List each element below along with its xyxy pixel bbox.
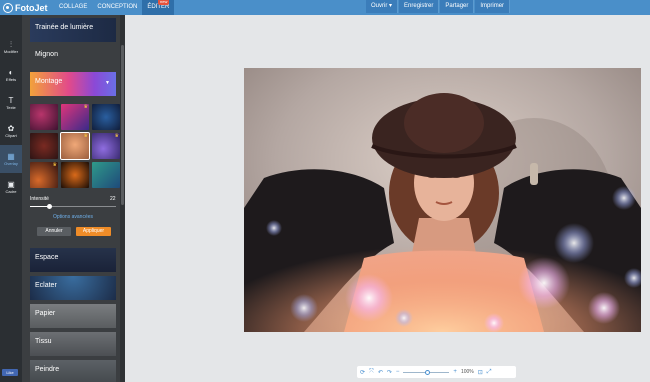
crown-icon: ♛ — [83, 104, 88, 110]
overlay-thumb[interactable] — [92, 162, 120, 188]
undo-icon[interactable]: ↶ — [378, 369, 383, 376]
tool-effets[interactable]: ◐ Effets — [0, 61, 22, 89]
category-peindre[interactable]: Peindre — [30, 360, 116, 382]
print-button[interactable]: Imprimer — [475, 0, 511, 13]
category-label: Montage — [35, 78, 63, 85]
category-papier[interactable]: Papier — [30, 304, 116, 328]
crown-icon: ♛ — [52, 162, 57, 168]
category-label: Espace — [35, 254, 59, 261]
chevron-down-icon: ▼ — [105, 80, 110, 86]
logo-text: FotoJet — [15, 2, 48, 13]
advanced-options-link[interactable]: Options avancées — [30, 214, 116, 220]
category-eclater[interactable]: Eclater — [30, 276, 116, 300]
tool-label: Overlay — [4, 161, 18, 166]
overlay-thumb[interactable]: ♛ — [30, 162, 58, 188]
nav-collage[interactable]: COLLAGE — [54, 0, 92, 15]
open-button[interactable]: Ouvrir ▾ — [366, 0, 399, 13]
text-icon: T — [8, 96, 14, 105]
category-label: Peindre — [35, 366, 60, 373]
overlay-thumb[interactable]: ♛ — [92, 133, 120, 159]
tool-label: Texte — [6, 105, 16, 110]
intensity-value: 22 — [110, 196, 116, 202]
apply-button[interactable]: Appliquer — [76, 227, 111, 236]
overlay-icon: ▦ — [7, 152, 15, 161]
tool-cadre[interactable]: ▣ Cadre — [0, 173, 22, 201]
top-nav: COLLAGE CONCEPTION ÉDITER — [54, 0, 175, 15]
fullscreen-icon[interactable]: ⤢ — [487, 369, 492, 376]
intensity-slider-knob[interactable] — [47, 204, 52, 209]
tool-modifier[interactable]: ⫶ Modifier — [0, 33, 22, 61]
overlay-thumb-selected[interactable]: ♛ — [60, 132, 90, 160]
category-label: Tissu — [35, 338, 52, 345]
category-espace[interactable]: Espace — [30, 248, 116, 272]
tool-label: Clipart — [5, 133, 17, 138]
category-tissu[interactable]: Tissu — [30, 332, 116, 356]
category-label: Trainée de lumière — [35, 24, 94, 31]
save-button[interactable]: Enregistrer — [399, 0, 440, 13]
crown-icon: ♛ — [114, 133, 119, 139]
nav-conception[interactable]: CONCEPTION — [92, 0, 142, 15]
overlay-thumb[interactable] — [30, 133, 58, 159]
new-badge: new — [158, 0, 170, 5]
category-trainee-de-lumiere[interactable]: Trainée de lumière — [30, 18, 116, 42]
zoom-out-icon[interactable]: − — [396, 369, 400, 375]
zoom-in-icon[interactable]: + — [453, 369, 457, 375]
zoom-slider-knob[interactable] — [425, 369, 431, 375]
photo-illustration — [244, 68, 641, 332]
category-label: Mignon — [35, 51, 58, 58]
tool-texte[interactable]: T Texte — [0, 89, 22, 117]
tool-label: Modifier — [3, 49, 19, 54]
crown-icon: ♛ — [83, 133, 88, 139]
tool-overlay[interactable]: ▦ Overlay — [0, 145, 22, 173]
fit-icon[interactable]: ⊡ — [478, 369, 483, 376]
category-label: Papier — [35, 310, 56, 317]
category-montage[interactable]: Montage ▼ — [30, 72, 116, 96]
rotate-icon[interactable]: ⟳ — [360, 369, 365, 376]
redo-icon[interactable]: ↷ — [387, 369, 392, 376]
zoom-slider[interactable] — [403, 369, 450, 375]
tool-clipart[interactable]: ✿ Clipart — [0, 117, 22, 145]
clipart-icon: ✿ — [7, 124, 15, 133]
sliders-icon: ⫶ — [10, 40, 12, 49]
tool-label: Effets — [5, 77, 17, 82]
share-button[interactable]: Partager — [440, 0, 475, 13]
cancel-button[interactable]: Annuler — [37, 227, 71, 236]
fotojet-logo[interactable]: FotoJet — [3, 1, 48, 14]
zoom-percent: 100% — [460, 369, 474, 375]
panel-scroll-thumb[interactable] — [121, 45, 124, 205]
logo-icon — [3, 2, 13, 13]
tool-label: Cadre — [5, 189, 17, 194]
overlay-thumb[interactable] — [30, 104, 58, 130]
overlay-thumb[interactable] — [92, 104, 120, 130]
overlay-panel: Trainée de lumière Mignon Montage ▼ ♛ ♛ … — [22, 15, 125, 382]
tool-sidebar: ⫶ Modifier ◐ Effets T Texte ✿ Clipart ▦ … — [0, 15, 22, 382]
top-bar: FotoJet COLLAGE CONCEPTION ÉDITER new Ou… — [0, 0, 650, 15]
overlay-thumb[interactable] — [61, 162, 89, 188]
effects-icon: ◐ — [8, 68, 14, 77]
file-actions: Ouvrir ▾ Enregistrer Partager Imprimer — [366, 0, 511, 13]
facebook-like-button[interactable]: Like — [2, 369, 18, 376]
canvas-toolbar: ⟳ ⤧ ↶ ↷ − + 100% ⊡ ⤢ — [357, 366, 516, 378]
intensity-slider[interactable] — [30, 204, 116, 209]
category-mignon[interactable]: Mignon — [30, 45, 116, 69]
overlay-thumb[interactable]: ♛ — [61, 104, 89, 130]
category-label: Eclater — [35, 282, 57, 289]
crop-icon[interactable]: ⤧ — [369, 369, 374, 376]
frame-icon: ▣ — [7, 180, 15, 189]
intensity-label: Intensité — [30, 196, 49, 202]
overlay-thumbnails: ♛ ♛ ♛ ♛ — [30, 104, 120, 188]
edited-photo[interactable] — [244, 68, 641, 332]
